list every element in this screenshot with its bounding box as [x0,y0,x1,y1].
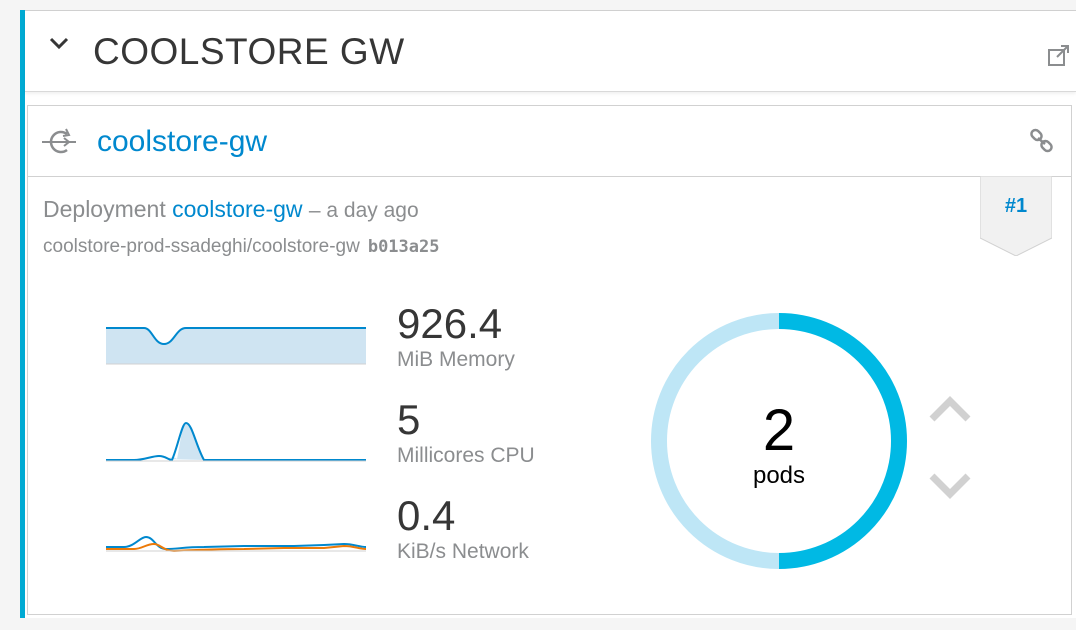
pods-count: 2 [762,398,796,463]
image-info: coolstore-prod-ssadeghi/coolstore-gw b013… [43,234,439,260]
application-title: COOLSTORE GW [93,31,405,72]
accent-bar [20,10,25,618]
cpu-sparkline [106,421,366,462]
deployment-prefix: Deployment [43,196,166,222]
memory-sparkline [106,327,366,365]
network-sparkline [106,535,367,553]
memory-value: 926.4 [397,300,503,347]
deployment-name-link[interactable]: coolstore-gw [172,196,302,222]
network-label: KiB/s Network [397,540,529,563]
revision-badge[interactable]: #1 [980,193,1052,219]
image-name: coolstore-prod-ssadeghi/coolstore-gw [43,236,360,257]
service-header: coolstore-gw [28,106,1071,177]
service-panel: coolstore-gw Deployment coolstore-gw – a… [27,105,1072,615]
chevron-down-icon[interactable] [46,30,72,56]
cpu-label: Millicores CPU [397,444,535,467]
network-value: 0.4 [397,492,456,539]
link-icon[interactable] [1029,128,1055,154]
deployment-age: – a day ago [308,199,419,222]
service-icon [42,128,76,154]
pods-label: pods [752,462,806,489]
cpu-value: 5 [397,396,421,443]
memory-label: MiB Memory [397,348,515,371]
chevron-down-icon[interactable] [926,468,974,504]
deployment-info: Deployment coolstore-gw – a day ago [43,194,419,226]
external-link-icon[interactable] [1047,44,1071,68]
chevron-up-icon[interactable] [926,391,974,427]
service-name-link[interactable]: coolstore-gw [97,123,267,161]
commit-hash: b013a25 [367,237,440,257]
